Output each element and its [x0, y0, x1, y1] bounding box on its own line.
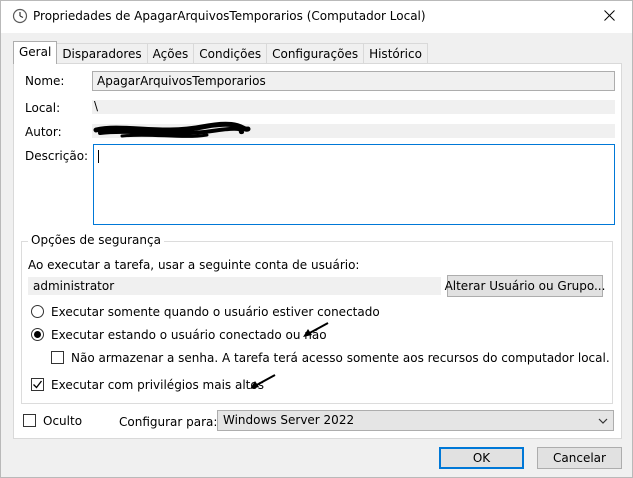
window-title: Propriedades de ApagarArquivosTemporario… [33, 9, 426, 23]
ok-button[interactable]: OK [439, 447, 524, 469]
text-caret [98, 150, 99, 163]
annotation-arrow-icon [250, 374, 276, 389]
do-not-store-password-label[interactable]: Não armazenar a senha. A tarefa terá ace… [71, 351, 610, 365]
tab-disparadores[interactable]: Disparadores [57, 43, 148, 64]
tab-strip: Geral Disparadores Ações Condições Confi… [13, 41, 428, 64]
tab-configuracoes[interactable]: Configurações [267, 43, 365, 64]
hidden-label[interactable]: Oculto [43, 414, 82, 428]
name-label: Nome: [25, 74, 65, 88]
user-account-field: administrator [28, 277, 441, 295]
configure-for-label: Configurar para: [119, 415, 218, 429]
general-tab-panel: Nome: ApagarArquivosTemporarios Local: \… [13, 63, 622, 439]
tab-geral[interactable]: Geral [13, 41, 58, 64]
hidden-checkbox[interactable] [23, 414, 36, 427]
highest-privileges-label[interactable]: Executar com privilégios mais altos [51, 378, 264, 392]
redaction-scribble [93, 121, 251, 138]
location-field: \ [92, 99, 615, 114]
tab-historico[interactable]: Histórico [364, 43, 428, 64]
author-label: Autor: [25, 125, 62, 139]
radio-run-only-logged-on-label[interactable]: Executar somente quando o usuário estive… [51, 305, 380, 319]
checkmark-icon [33, 380, 43, 389]
properties-dialog: Propriedades de ApagarArquivosTemporario… [0, 0, 633, 478]
task-scheduler-clock-icon [12, 8, 28, 24]
tab-condicoes[interactable]: Condições [194, 43, 268, 64]
change-user-button[interactable]: Alterar Usuário ou Grupo... [445, 275, 605, 297]
configure-for-select[interactable]: Windows Server 2022 [217, 410, 614, 431]
annotation-arrow-icon [303, 322, 329, 337]
configure-for-value: Windows Server 2022 [223, 413, 355, 427]
title-bar: Propriedades de ApagarArquivosTemporario… [1, 1, 632, 33]
radio-run-whether-logged-on-label[interactable]: Executar estando o usuário conectado ou … [51, 328, 327, 342]
security-options-group: Opções de segurança Ao executar a tarefa… [21, 233, 613, 404]
chevron-down-icon [598, 415, 608, 429]
do-not-store-password-checkbox[interactable] [51, 351, 64, 364]
radio-run-whether-logged-on[interactable] [31, 328, 44, 341]
description-field[interactable] [93, 144, 615, 225]
run-as-label: Ao executar a tarefa, usar a seguinte co… [28, 258, 360, 272]
security-options-title: Opções de segurança [28, 233, 164, 247]
tab-acoes[interactable]: Ações [147, 43, 195, 64]
close-icon [603, 9, 615, 24]
location-value: \ [94, 99, 99, 113]
close-button[interactable] [586, 1, 632, 32]
highest-privileges-checkbox[interactable] [31, 378, 44, 391]
location-label: Local: [25, 101, 61, 115]
cancel-button[interactable]: Cancelar [537, 447, 622, 469]
name-field[interactable]: ApagarArquivosTemporarios [92, 71, 615, 91]
radio-run-only-logged-on[interactable] [31, 305, 44, 318]
description-label: Descrição: [25, 149, 89, 163]
